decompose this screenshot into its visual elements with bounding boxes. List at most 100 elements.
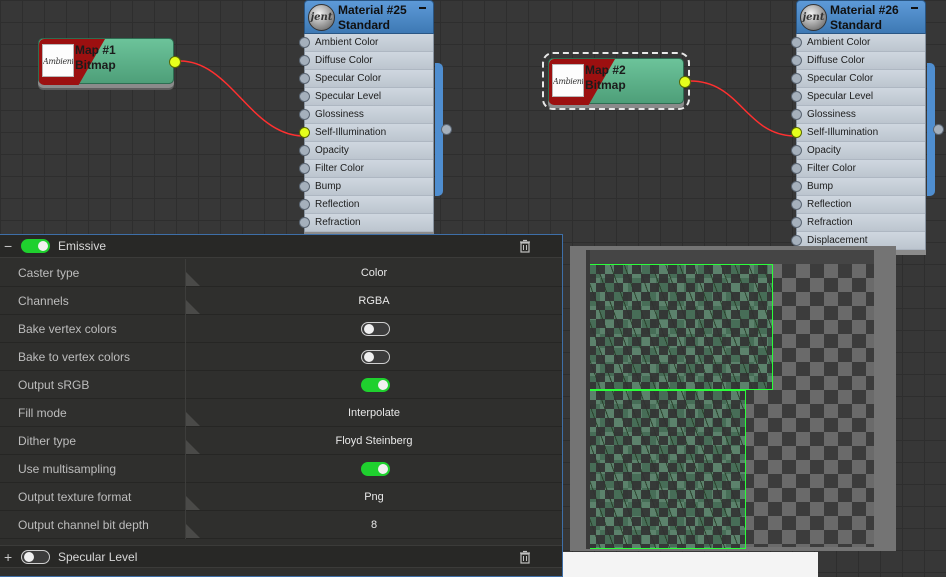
material-slot-row[interactable]: Glossiness	[299, 106, 433, 124]
slot-input-socket[interactable]	[299, 217, 310, 228]
map1-node[interactable]: AmbientColor Map #1 Bitmap	[38, 38, 181, 85]
slot-input-socket[interactable]	[299, 127, 310, 138]
property-row: Output sRGB	[0, 371, 562, 399]
map2-node[interactable]: AmbientColor Map #2 Bitmap	[542, 52, 691, 110]
property-toggle[interactable]	[361, 378, 390, 392]
material-slot-row[interactable]: Specular Level	[791, 88, 925, 106]
property-value-dropdown[interactable]: 8	[186, 511, 562, 539]
material26-collapse-button[interactable]	[911, 7, 918, 9]
material-slot-row[interactable]: Self-Illumination	[299, 124, 433, 142]
slot-input-socket[interactable]	[299, 163, 310, 174]
slot-input-socket[interactable]	[791, 109, 802, 120]
slot-input-socket[interactable]	[299, 181, 310, 192]
column-divider	[185, 455, 186, 483]
toggle-knob	[378, 380, 388, 390]
slot-input-socket[interactable]	[299, 109, 310, 120]
slot-input-socket[interactable]	[791, 163, 802, 174]
specular-expand-button[interactable]: +	[4, 547, 12, 567]
slot-input-socket[interactable]	[791, 181, 802, 192]
toggle-knob	[24, 552, 34, 562]
material-slot-row[interactable]: Bump	[299, 178, 433, 196]
material25-node[interactable]: jent Material #25 Standard Ambient Color…	[299, 0, 452, 237]
map1-type: Bitmap	[75, 58, 116, 72]
material25-collapse-button[interactable]	[419, 7, 426, 9]
material-slot-row[interactable]: Bump	[791, 178, 925, 196]
material26-output-socket[interactable]	[933, 124, 944, 135]
material-slot-row[interactable]: Filter Color	[791, 160, 925, 178]
material-slot-row[interactable]: Specular Color	[299, 70, 433, 88]
emissive-trash-icon[interactable]	[518, 239, 532, 253]
slot-input-socket[interactable]	[791, 127, 802, 138]
slot-input-socket[interactable]	[791, 55, 802, 66]
emissive-enable-toggle[interactable]	[21, 239, 50, 253]
material-slot-row[interactable]: Glossiness	[791, 106, 925, 124]
material-slot-row[interactable]: Opacity	[299, 142, 433, 160]
slot-input-socket[interactable]	[299, 91, 310, 102]
property-value-dropdown[interactable]: Png	[186, 483, 562, 511]
column-divider	[185, 315, 186, 343]
material-slot-row[interactable]: Self-Illumination	[791, 124, 925, 142]
material-slot-row[interactable]: Reflection	[791, 196, 925, 214]
material25-name: Material #25	[338, 3, 407, 17]
slot-label: Reflection	[315, 199, 360, 210]
slot-label: Opacity	[315, 145, 349, 156]
slot-input-socket[interactable]	[791, 73, 802, 84]
slot-input-socket[interactable]	[791, 145, 802, 156]
slot-input-socket[interactable]	[299, 37, 310, 48]
property-value-dropdown[interactable]: Color	[186, 259, 562, 287]
property-value-dropdown[interactable]: Floyd Steinberg	[186, 427, 562, 455]
material26-node[interactable]: jent Material #26 Standard Ambient Color…	[791, 0, 944, 255]
slot-input-socket[interactable]	[791, 91, 802, 102]
property-value-dropdown[interactable]: Interpolate	[186, 399, 562, 427]
property-toggle[interactable]	[361, 350, 390, 364]
emissive-section-label: Emissive	[58, 239, 107, 253]
preview-top-border	[586, 250, 874, 264]
material-slot-row[interactable]: Refraction	[791, 214, 925, 232]
property-value-dropdown[interactable]: RGBA	[186, 287, 562, 315]
material-slot-row[interactable]: Specular Color	[791, 70, 925, 88]
material-slot-row[interactable]: Ambient Color	[791, 34, 925, 52]
map2-output-socket[interactable]	[679, 76, 691, 88]
slot-label: Opacity	[807, 145, 841, 156]
material26-title: Material #26 Standard	[830, 3, 899, 33]
emissive-section-header[interactable]: − Emissive	[0, 235, 562, 258]
slot-input-socket[interactable]	[791, 235, 802, 246]
material-slot-row[interactable]: Specular Level	[299, 88, 433, 106]
map1-output-socket[interactable]	[169, 56, 181, 68]
material-slot-row[interactable]: Filter Color	[299, 160, 433, 178]
specular-section-header[interactable]: + Specular Level	[0, 545, 562, 568]
emissive-collapse-button[interactable]: −	[4, 236, 12, 256]
slot-input-socket[interactable]	[299, 145, 310, 156]
texture-preview-canvas[interactable]	[586, 264, 874, 549]
material26-preview-sphere: jent	[800, 4, 827, 31]
slot-label: Refraction	[315, 217, 361, 228]
material-slot-row[interactable]: Refraction	[299, 214, 433, 232]
slot-input-socket[interactable]	[791, 217, 802, 228]
specular-trash-icon[interactable]	[518, 550, 532, 564]
slot-label: Glossiness	[315, 109, 364, 120]
material-slot-row[interactable]: Ambient Color	[299, 34, 433, 52]
slot-label: Specular Level	[315, 91, 382, 102]
slot-label: Self-Illumination	[807, 127, 879, 138]
material26-header[interactable]: jent Material #26 Standard	[796, 0, 926, 34]
material-slot-row[interactable]: Opacity	[791, 142, 925, 160]
material25-output-socket[interactable]	[441, 124, 452, 135]
slot-label: Filter Color	[807, 163, 856, 174]
material-slot-row[interactable]: Diffuse Color	[791, 52, 925, 70]
property-row: Use multisampling	[0, 455, 562, 483]
material-slot-row[interactable]: Reflection	[299, 196, 433, 214]
property-label: Bake to vertex colors	[18, 350, 131, 364]
material25-header[interactable]: jent Material #25 Standard	[304, 0, 434, 34]
slot-input-socket[interactable]	[791, 199, 802, 210]
specular-enable-toggle[interactable]	[21, 550, 50, 564]
slot-input-socket[interactable]	[791, 37, 802, 48]
material-slot-row[interactable]: Diffuse Color	[299, 52, 433, 70]
slot-input-socket[interactable]	[299, 73, 310, 84]
slot-label: Displacement	[807, 235, 868, 246]
property-toggle[interactable]	[361, 462, 390, 476]
map2-title: Map #2 Bitmap	[585, 63, 626, 93]
property-toggle[interactable]	[361, 322, 390, 336]
slot-input-socket[interactable]	[299, 199, 310, 210]
slot-input-socket[interactable]	[299, 55, 310, 66]
property-label: Channels	[18, 294, 69, 308]
